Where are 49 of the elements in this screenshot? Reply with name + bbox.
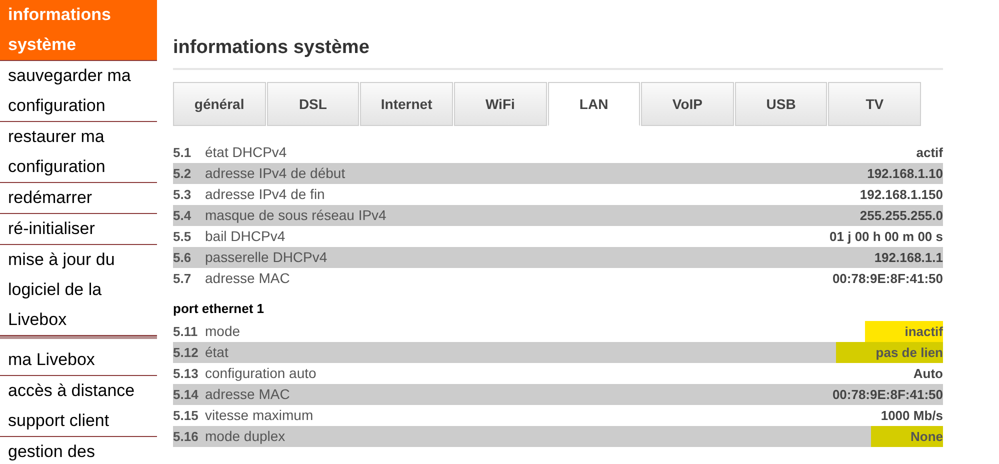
row-label: adresse IPv4 de début <box>205 164 346 183</box>
row-label: état DHCPv4 <box>205 143 288 162</box>
row-value: 192.168.1.10 <box>866 164 943 183</box>
row-label: adresse IPv4 de fin <box>205 185 326 204</box>
section-heading: port ethernet 1 <box>173 300 266 318</box>
row-value: 192.168.1.150 <box>858 186 943 204</box>
row-label: mode duplex <box>205 427 286 446</box>
row-number: 5.5 <box>173 228 192 246</box>
page-title: informations système <box>173 36 370 60</box>
row-value: inactif <box>864 321 943 342</box>
row-number: 5.6 <box>173 248 192 267</box>
tab[interactable]: LAN <box>548 82 640 126</box>
tab[interactable]: USB <box>734 82 828 126</box>
row-label: adresse MAC <box>205 269 291 288</box>
row-number: 5.14 <box>173 386 200 404</box>
row-label: mode <box>205 322 242 341</box>
row-value: 00:78:9E:8F:41:50 <box>831 386 943 404</box>
row-number: 5.13 <box>173 364 200 383</box>
tab[interactable]: Internet <box>360 82 453 126</box>
row-number: 5.12 <box>173 344 200 362</box>
row-value: Auto <box>912 364 943 383</box>
row-number: 5.1 <box>173 144 192 162</box>
row-number: 5.11 <box>173 322 199 341</box>
row-value: 192.168.1.1 <box>873 248 943 267</box>
row-number: 5.2 <box>173 164 192 183</box>
row-value: 255.255.255.0 <box>858 206 943 225</box>
row-value: 00:78:9E:8F:41:50 <box>831 270 943 288</box>
row-number: 5.4 <box>173 206 192 225</box>
row-value: actif <box>915 144 943 162</box>
tab[interactable]: VoIP <box>641 82 734 126</box>
row-label: masque de sous réseau IPv4 <box>205 206 388 225</box>
row-label: passerelle DHCPv4 <box>205 248 328 267</box>
tab[interactable]: DSL <box>266 82 360 126</box>
row-label: configuration auto <box>205 364 318 383</box>
row-value: 1000 Mb/s <box>880 406 943 425</box>
row-label: bail DHCPv4 <box>205 227 286 246</box>
row-label: état <box>205 343 230 362</box>
row-number: 5.7 <box>173 270 192 288</box>
row-value: pas de lien <box>836 342 943 363</box>
tab[interactable]: WiFi <box>454 82 546 126</box>
row-number: 5.16 <box>173 428 200 446</box>
tab[interactable]: TV <box>828 82 921 126</box>
row-value: None <box>870 426 943 447</box>
tab[interactable]: général <box>173 82 266 126</box>
row-label: vitesse maximum <box>205 406 314 425</box>
row-label: adresse MAC <box>205 385 291 404</box>
row-number: 5.15 <box>173 406 200 425</box>
row-number: 5.3 <box>173 186 192 204</box>
row-value: 01 j 00 h 00 m 00 s <box>828 228 943 246</box>
